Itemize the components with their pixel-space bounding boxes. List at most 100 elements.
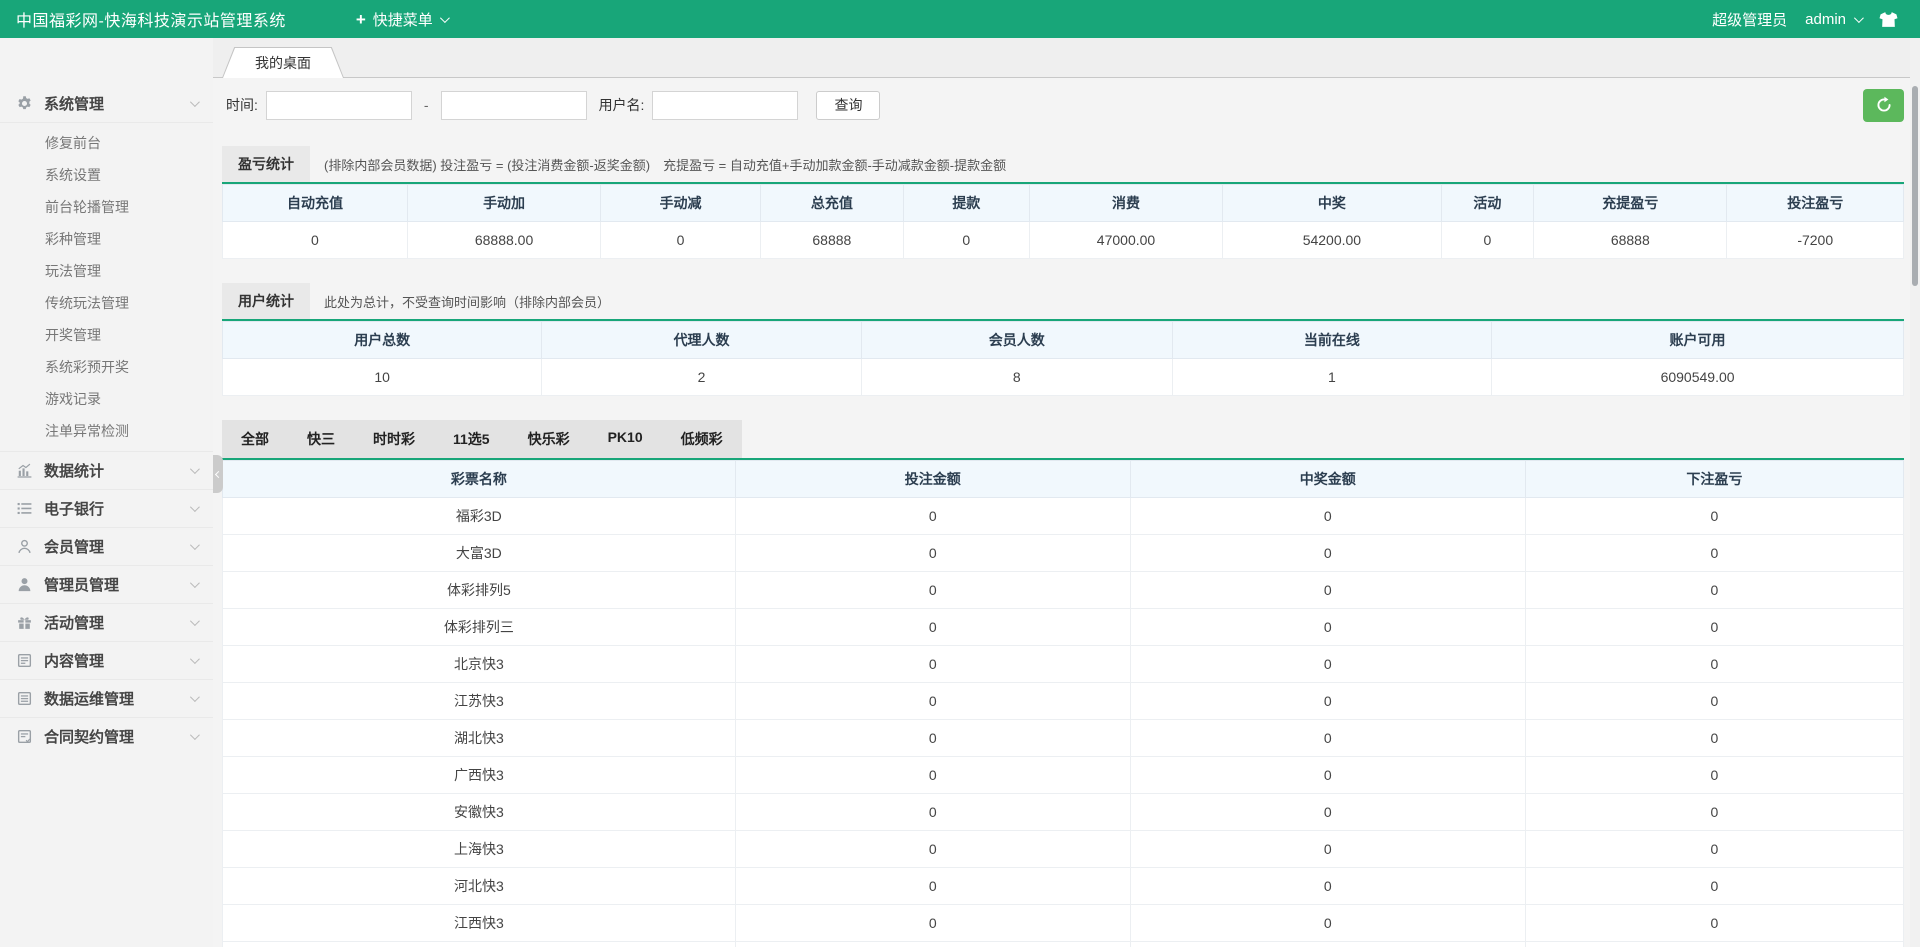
data-cell: 0: [1129, 534, 1526, 572]
sidebar-group-label: 活动管理: [44, 615, 105, 632]
header-cell: 总充值: [759, 184, 904, 222]
time-to-input[interactable]: [440, 90, 587, 120]
lottery-tab-6[interactable]: 低频彩: [662, 420, 742, 458]
sidebar-group-chart[interactable]: 数据统计: [0, 451, 213, 489]
sidebar-group-list[interactable]: 电子银行: [0, 489, 213, 527]
user-outline-icon: [16, 538, 33, 555]
username-input[interactable]: [652, 90, 799, 120]
lottery-tab-1[interactable]: 快三: [288, 420, 354, 458]
sidebar-subitem[interactable]: 玩法管理: [0, 255, 213, 287]
data-cell: 0: [734, 682, 1131, 720]
time-from-input[interactable]: [265, 90, 412, 120]
screen: 中国福彩网-快海科技演示站管理系统 + 快捷菜单 超级管理员 admin 系统管…: [0, 0, 1920, 947]
header-cell: 代理人数: [541, 321, 862, 359]
header-cell: 会员人数: [860, 321, 1173, 359]
sidebar-group-database[interactable]: 数据运维管理: [0, 679, 213, 717]
quick-menu-button[interactable]: + 快捷菜单: [355, 9, 450, 30]
lottery-tab-5[interactable]: PK10: [589, 420, 662, 458]
search-button[interactable]: 查询: [816, 90, 881, 120]
data-cell: 6090549.00: [1491, 358, 1904, 396]
header-cell: 活动: [1440, 184, 1535, 222]
contract-icon: [16, 728, 33, 745]
quick-menu-label: 快捷菜单: [372, 11, 433, 29]
sidebar-subitem[interactable]: 系统彩预开奖: [0, 351, 213, 383]
sidebar-subitem[interactable]: 开奖管理: [0, 319, 213, 351]
chart-icon: [16, 462, 33, 479]
header-cell: 中奖: [1222, 184, 1442, 222]
data-cell: 体彩排列5: [222, 571, 736, 609]
plus-icon: +: [355, 9, 366, 29]
data-cell: 0: [734, 830, 1131, 868]
data-cell: 安徽快3: [222, 793, 736, 831]
sidebar-group-content[interactable]: 内容管理: [0, 641, 213, 679]
lottery-tabs-row: 全部 快三 时时彩 11选5 快乐彩 PK10 低频彩: [222, 420, 1904, 460]
content-icon: [16, 652, 33, 669]
header-cell: 当前在线: [1171, 321, 1493, 359]
data-cell: 广西快3: [222, 756, 736, 794]
data-cell: 福彩3D: [222, 497, 736, 535]
data-cell: 0: [1524, 830, 1905, 868]
sidebar-group-gear[interactable]: 系统管理: [0, 84, 213, 122]
data-cell: 0: [1524, 867, 1905, 905]
data-cell: 8: [860, 358, 1173, 396]
sidebar-subitem[interactable]: 注单异常检测: [0, 415, 213, 447]
sidebar-group-user-solid[interactable]: 管理员管理: [0, 565, 213, 603]
sidebar-subitem[interactable]: 彩种管理: [0, 223, 213, 255]
sidebar-group-gift[interactable]: 活动管理: [0, 603, 213, 641]
sidebar-group-label: 管理员管理: [44, 577, 120, 594]
data-cell: 0: [1129, 682, 1526, 720]
lottery-tab-0[interactable]: 全部: [222, 420, 288, 458]
table-header-row: 彩票名称 投注金额 中奖金额 下注盈亏: [222, 460, 1905, 498]
sidebar-subitem[interactable]: 传统玩法管理: [0, 287, 213, 319]
data-cell: 0: [1129, 904, 1526, 942]
chevron-left-icon: [214, 470, 222, 478]
scrollbar-thumb[interactable]: [1912, 86, 1918, 286]
data-cell: 54200.00: [1222, 221, 1442, 259]
header-cell: 消费: [1028, 184, 1224, 222]
chevron-down-icon: [189, 96, 200, 107]
data-cell: 0: [1129, 497, 1526, 535]
sidebar-subitem[interactable]: 修复前台: [0, 127, 213, 159]
content: 时间: - 用户名: 查询 盈亏统计 (排除内部会员数据) 投注盈亏 = (投注…: [213, 78, 1920, 947]
header-cell: 手动减: [600, 184, 761, 222]
sidebar-group-contract[interactable]: 合同契约管理: [0, 717, 213, 755]
data-cell: 47000.00: [1028, 221, 1224, 259]
username-label: admin: [1805, 10, 1846, 28]
refresh-button[interactable]: [1863, 88, 1904, 122]
top-header: 中国福彩网-快海科技演示站管理系统 + 快捷菜单 超级管理员 admin: [0, 0, 1920, 38]
table-row: 湖北快3 0 0 0: [222, 719, 1905, 757]
lottery-tab-3[interactable]: 11选5: [434, 420, 509, 458]
lottery-tab-2[interactable]: 时时彩: [354, 420, 434, 458]
page-title: 中国福彩网-快海科技演示站管理系统: [16, 13, 286, 30]
tab-my-desktop[interactable]: 我的桌面: [222, 47, 344, 78]
lottery-tab-4[interactable]: 快乐彩: [509, 420, 589, 458]
sidebar-subitem[interactable]: 系统设置: [0, 159, 213, 191]
gift-icon: [16, 614, 33, 631]
role-label: 超级管理员: [1712, 11, 1788, 29]
data-cell: 0: [1129, 941, 1526, 947]
main-area: 我的桌面 时间: - 用户名: 查询 盈亏统计 (排除内部会员数据) 投注盈亏 …: [213, 38, 1920, 947]
chevron-down-icon: [189, 730, 200, 741]
data-cell: -7200: [1726, 221, 1904, 259]
data-cell: 0: [734, 608, 1131, 646]
sidebar: 系统管理修复前台 系统设置 前台轮播管理 彩种管理 玩法管理 传统玩法管理 开奖管理 系统彩预…: [0, 38, 213, 947]
table-row: 福彩3D 0 0 0: [222, 497, 1905, 535]
sidebar-subitem[interactable]: 前台轮播管理: [0, 191, 213, 223]
header-cell: 下注盈亏: [1524, 460, 1905, 498]
sidebar-collapse-handle[interactable]: [213, 455, 223, 493]
range-separator: -: [423, 97, 429, 113]
scrollbar[interactable]: [1910, 38, 1920, 947]
data-cell: 江西快3: [222, 904, 736, 942]
refresh-icon: [1876, 96, 1891, 112]
data-cell: 大富3D: [222, 534, 736, 572]
data-cell: 0: [902, 221, 1030, 259]
theme-shirt-icon[interactable]: [1879, 11, 1898, 28]
data-cell: 0: [734, 941, 1131, 947]
table-row: 河北快3 0 0 0: [222, 867, 1905, 905]
profit-table: 自动充值 手动加 手动减 总充值 提款 消费 中奖 活动 充提盈亏 投注盈亏 0 68888.00 0 6…: [222, 184, 1904, 259]
sidebar-subitem[interactable]: 游戏记录: [0, 383, 213, 415]
chevron-down-icon: [1853, 12, 1864, 23]
user-menu[interactable]: admin: [1805, 10, 1864, 28]
sidebar-group-user-outline[interactable]: 会员管理: [0, 527, 213, 565]
table-header-row: 自动充值 手动加 手动减 总充值 提款 消费 中奖 活动 充提盈亏 投注盈亏: [222, 184, 1904, 222]
